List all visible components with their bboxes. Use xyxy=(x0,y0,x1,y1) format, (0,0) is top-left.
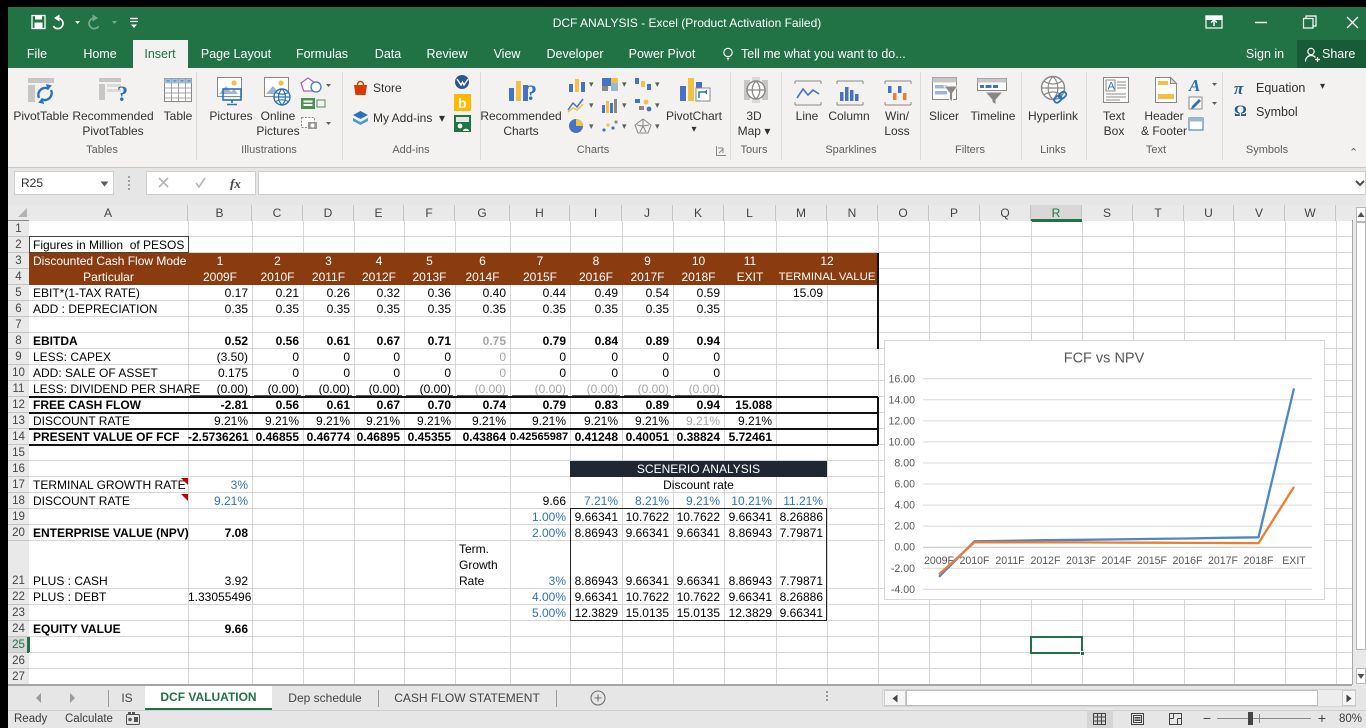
svg-text:8.00: 8.00 xyxy=(894,458,915,470)
svg-text:16.00: 16.00 xyxy=(888,373,915,385)
svg-text:10.00: 10.00 xyxy=(888,436,915,448)
svg-text:2017F: 2017F xyxy=(1208,555,1239,567)
svg-text:0.00: 0.00 xyxy=(894,542,915,554)
svg-text:A: A xyxy=(1188,76,1200,95)
svg-text:6.00: 6.00 xyxy=(894,479,915,491)
svg-text:2012F: 2012F xyxy=(1030,555,1061,567)
svg-text:-4.00: -4.00 xyxy=(891,584,915,596)
svg-text:2010F: 2010F xyxy=(959,555,990,567)
svg-text:2011F: 2011F xyxy=(995,555,1025,567)
svg-text:2014F: 2014F xyxy=(1101,555,1132,567)
svg-text:12.00: 12.00 xyxy=(888,415,915,427)
svg-text:EXIT: EXIT xyxy=(1282,555,1306,567)
svg-text:fx: fx xyxy=(230,177,241,190)
svg-text:?: ? xyxy=(117,81,128,106)
svg-text:FCF vs NPV: FCF vs NPV xyxy=(1064,351,1145,367)
svg-text:2015F: 2015F xyxy=(1137,555,1168,567)
svg-text:2.00: 2.00 xyxy=(894,521,915,533)
svg-text:2016F: 2016F xyxy=(1172,555,1203,567)
svg-text:-2.00: -2.00 xyxy=(891,563,915,575)
svg-text:4.00: 4.00 xyxy=(894,500,915,512)
svg-text:2013F: 2013F xyxy=(1066,555,1097,567)
svg-text:?: ? xyxy=(526,80,537,105)
svg-text:2018F: 2018F xyxy=(1243,555,1274,567)
svg-text:A: A xyxy=(1108,81,1116,93)
svg-text:14.00: 14.00 xyxy=(888,394,915,406)
